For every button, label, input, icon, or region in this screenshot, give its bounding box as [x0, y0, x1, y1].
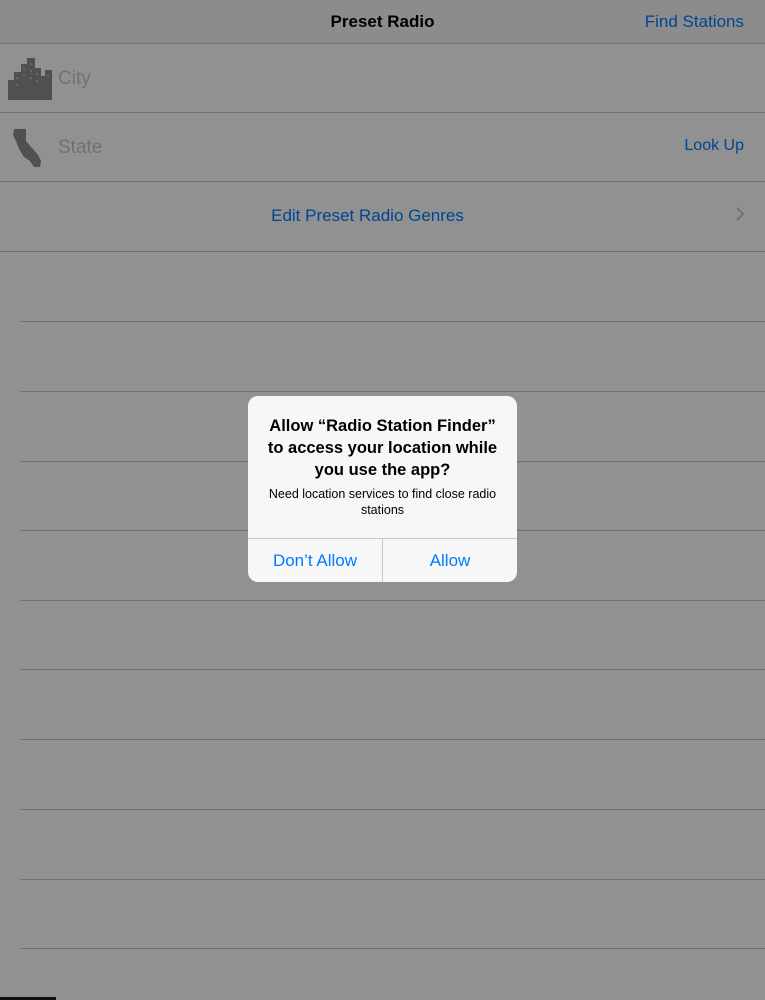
alert-button-row: Don’t Allow Allow: [248, 538, 517, 582]
location-permission-alert: Allow “Radio Station Finder” to access y…: [248, 396, 517, 582]
alert-title: Allow “Radio Station Finder” to access y…: [267, 417, 498, 479]
allow-button[interactable]: Allow: [382, 539, 517, 582]
alert-message: Need location services to find close rad…: [268, 487, 497, 517]
dont-allow-button[interactable]: Don’t Allow: [248, 539, 382, 582]
